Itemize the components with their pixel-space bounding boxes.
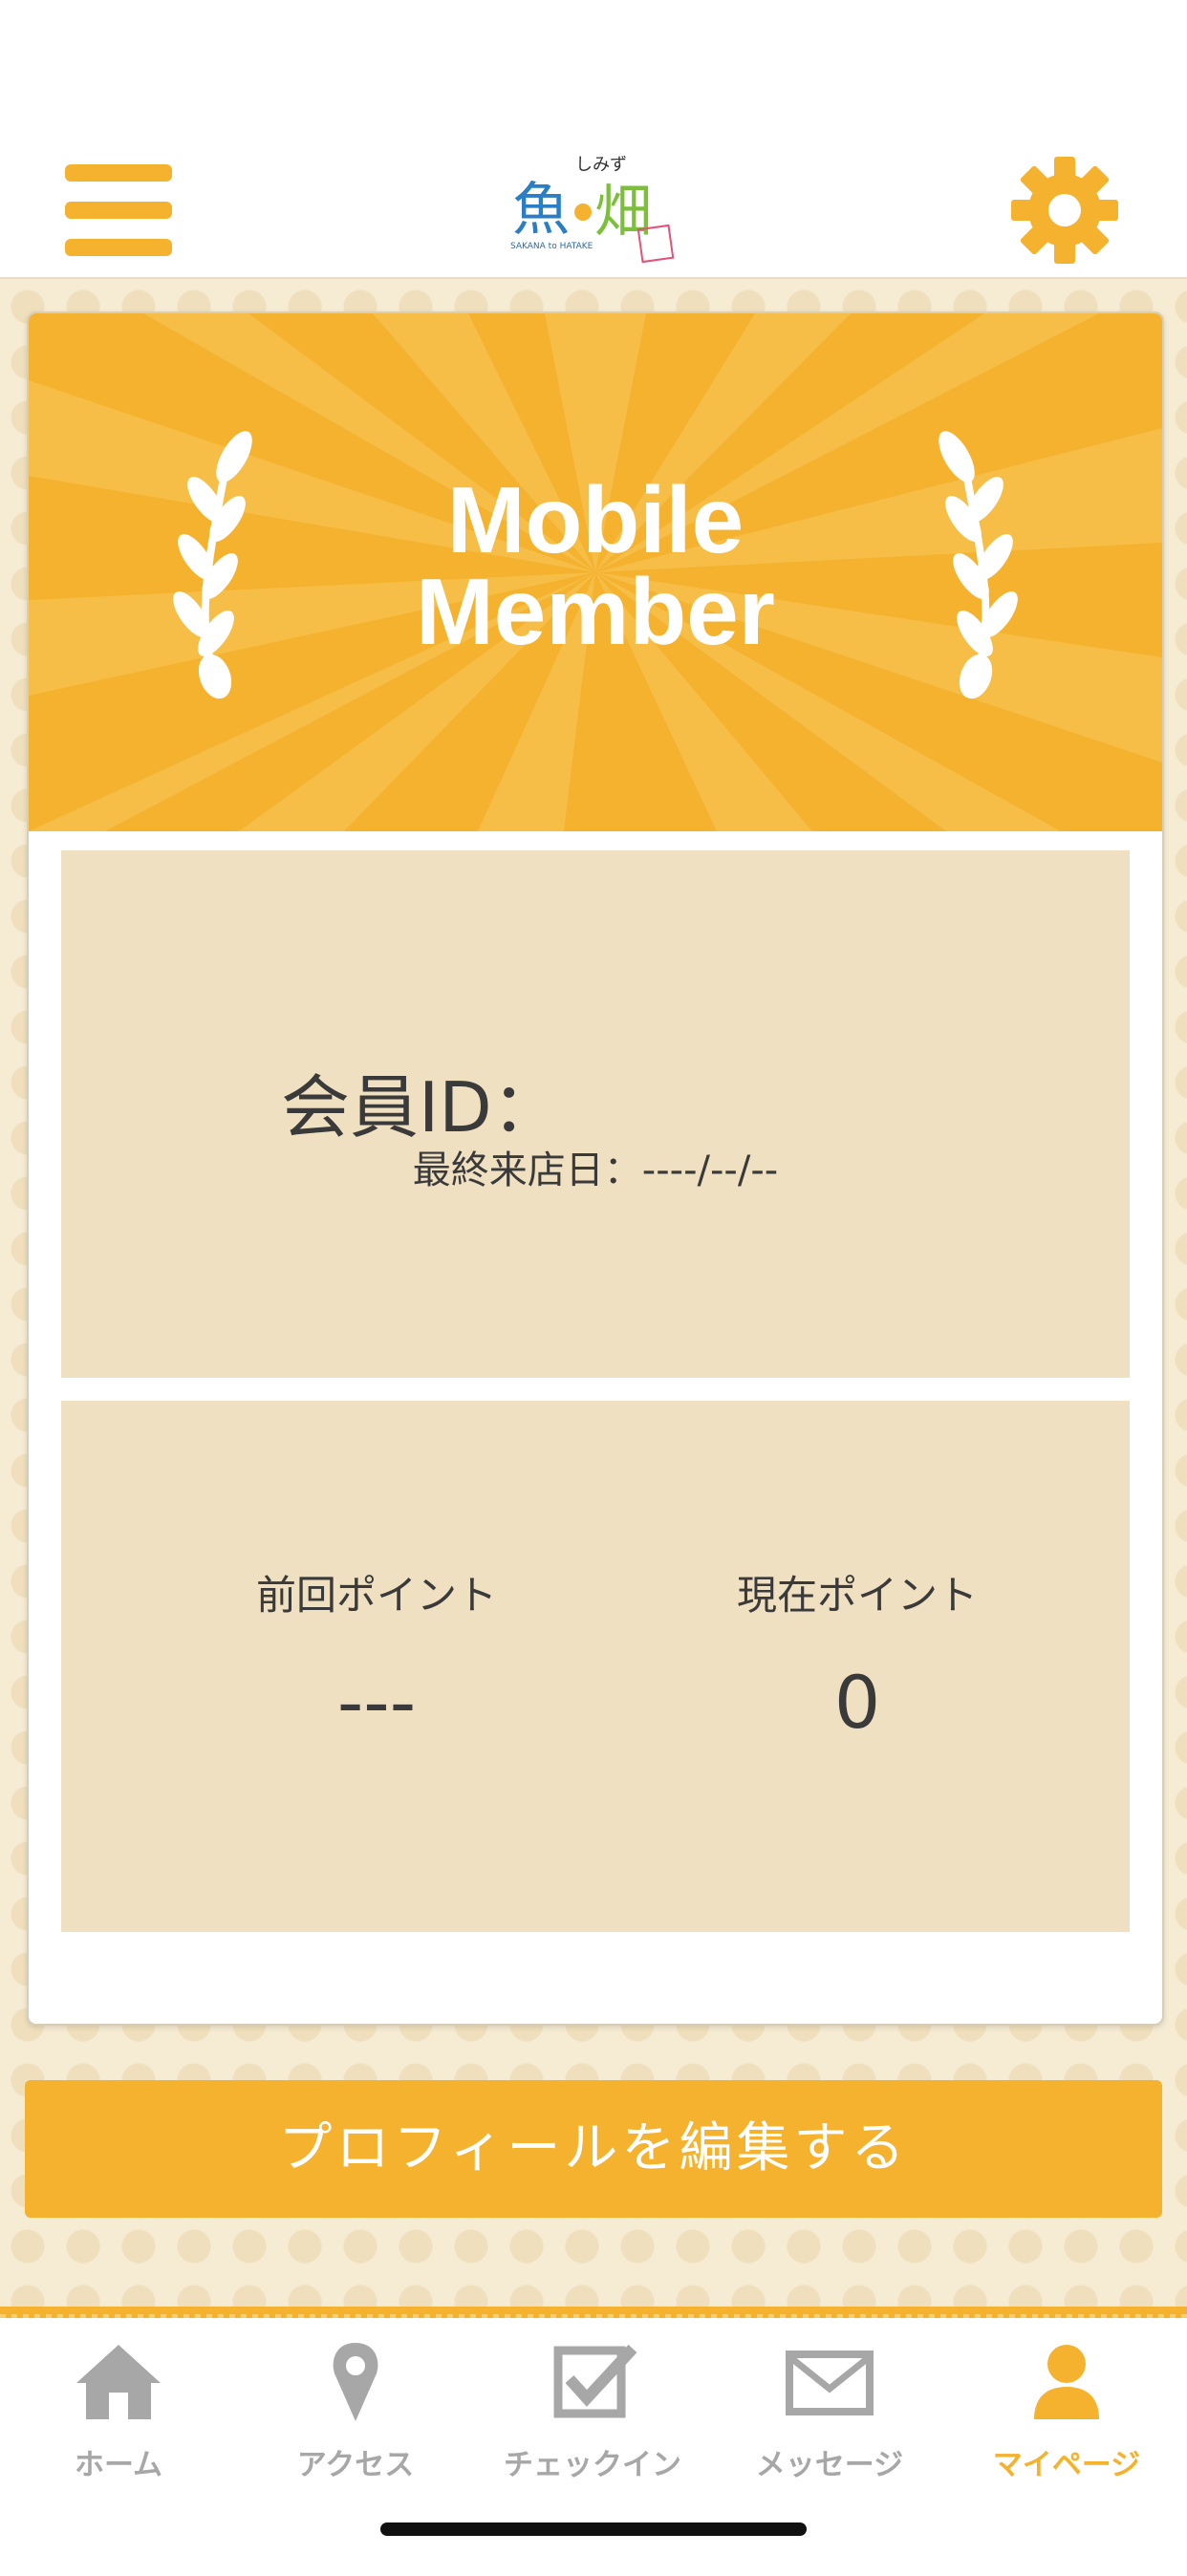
map-pin-icon (333, 2343, 378, 2421)
member-card: Mobile Member 会員ID： 最終来店日：----/--/-- 前回ポ… (27, 311, 1164, 2026)
points-panel: 前回ポイント --- 現在ポイント 0 (61, 1401, 1130, 1932)
member-id-panel: 会員ID： 最終来店日：----/--/-- (61, 850, 1130, 1378)
tab-label: マイページ (992, 2448, 1141, 2482)
logo-romaji: SAKANA to HATAKE (510, 242, 594, 251)
tab-access[interactable]: アクセス (237, 2333, 474, 2496)
logo-field-char: 畑 (594, 179, 652, 246)
current-points-label: 現在ポイント (736, 1572, 978, 1619)
tab-checkin[interactable]: チェックイン (474, 2333, 711, 2496)
home-indicator (380, 2522, 807, 2536)
member-banner: Mobile Member (29, 313, 1162, 831)
banner-title-line2: Member (416, 559, 775, 664)
menu-button[interactable] (65, 162, 172, 258)
tab-message[interactable]: メッセージ (711, 2333, 948, 2496)
status-bar (0, 0, 1187, 143)
tab-label: アクセス (296, 2448, 415, 2482)
previous-points-value: --- (336, 1660, 417, 1745)
member-id-label: 会員ID： (281, 1067, 561, 1148)
tab-label: メッセージ (755, 2448, 904, 2482)
user-icon (1034, 2345, 1099, 2419)
mail-icon (786, 2351, 874, 2415)
gear-icon (1011, 157, 1118, 264)
logo-fish-char: 魚 (512, 177, 570, 244)
edit-profile-button[interactable]: プロフィールを編集する (25, 2080, 1162, 2218)
previous-points: 前回ポイント --- (138, 1563, 615, 1745)
current-points-value: 0 (833, 1660, 881, 1745)
app-logo: しみず 魚 畑 SAKANA to HATAKE (507, 151, 679, 266)
logo-kana: しみず (575, 155, 627, 175)
tab-home[interactable]: ホーム (0, 2333, 237, 2496)
settings-button[interactable] (1009, 155, 1120, 266)
home-icon (76, 2345, 161, 2419)
main-content: Mobile Member 会員ID： 最終来店日：----/--/-- 前回ポ… (0, 279, 1187, 2307)
tab-mypage[interactable]: マイページ (948, 2333, 1185, 2496)
last-visit-date: 最終来店日：----/--/-- (412, 1148, 779, 1192)
tab-label: チェックイン (504, 2448, 681, 2482)
app-header: しみず 魚 畑 SAKANA to HATAKE (0, 143, 1187, 279)
previous-points-label: 前回ポイント (255, 1572, 497, 1619)
banner-title-line1: Mobile (446, 467, 745, 572)
checkin-icon (553, 2344, 637, 2418)
current-points: 現在ポイント 0 (618, 1563, 1096, 1745)
banner-title: Mobile Member (29, 467, 1162, 664)
tab-label: ホーム (74, 2448, 163, 2482)
